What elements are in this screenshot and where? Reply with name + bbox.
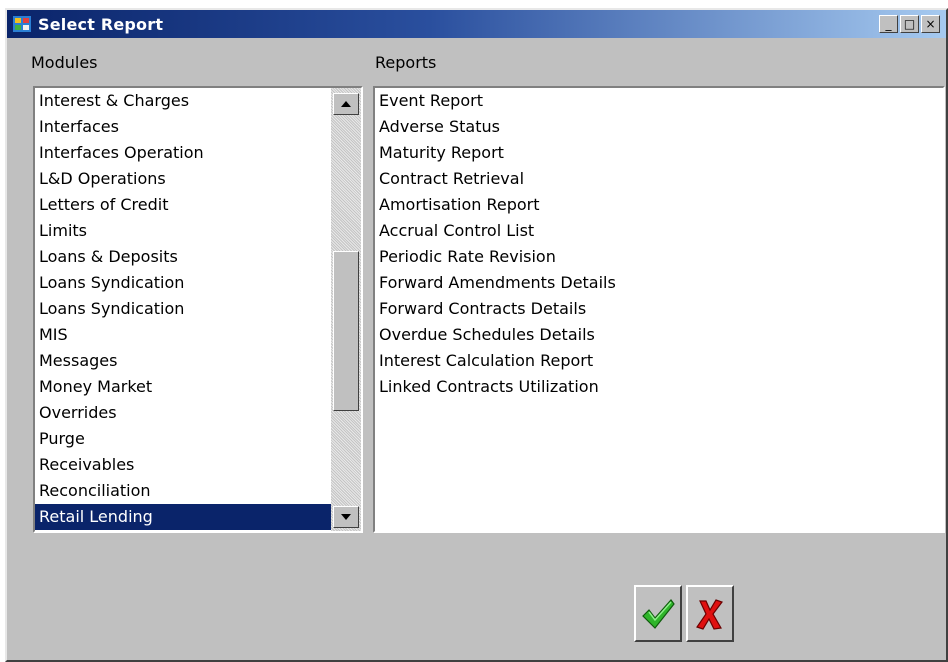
window-controls: _ □ × bbox=[879, 15, 940, 33]
report-item[interactable]: Interest Calculation Report bbox=[375, 348, 943, 374]
scroll-down-button[interactable] bbox=[333, 506, 359, 528]
reports-list: Event Report Adverse Status Maturity Rep… bbox=[375, 88, 943, 400]
window-title: Select Report bbox=[38, 14, 164, 34]
modules-listbox[interactable]: Interest & Charges Interfaces Interfaces… bbox=[33, 86, 363, 533]
module-item[interactable]: Interfaces Operation bbox=[35, 140, 331, 166]
minimize-button[interactable]: _ bbox=[879, 15, 898, 33]
checkmark-icon bbox=[642, 598, 675, 629]
report-item[interactable]: Event Report bbox=[375, 88, 943, 114]
ok-button[interactable] bbox=[634, 585, 682, 642]
module-item[interactable]: Reconciliation bbox=[35, 478, 331, 504]
module-item[interactable]: Messages bbox=[35, 348, 331, 374]
module-item[interactable]: Interfaces bbox=[35, 114, 331, 140]
report-item[interactable]: Amortisation Report bbox=[375, 192, 943, 218]
arrow-down-icon bbox=[341, 514, 351, 520]
maximize-button[interactable]: □ bbox=[900, 15, 919, 33]
module-item[interactable]: Letters of Credit bbox=[35, 192, 331, 218]
module-item[interactable]: MIS bbox=[35, 322, 331, 348]
app-icon bbox=[11, 14, 33, 34]
x-icon bbox=[696, 598, 723, 630]
module-item[interactable]: Overrides bbox=[35, 400, 331, 426]
close-button[interactable]: × bbox=[921, 15, 940, 33]
modules-label: Modules bbox=[31, 53, 98, 72]
module-item[interactable]: Loans & Deposits bbox=[35, 244, 331, 270]
report-item[interactable]: Maturity Report bbox=[375, 140, 943, 166]
module-item[interactable]: Money Market bbox=[35, 374, 331, 400]
module-item[interactable]: L&D Operations bbox=[35, 166, 331, 192]
report-item[interactable]: Contract Retrieval bbox=[375, 166, 943, 192]
reports-listbox[interactable]: Event Report Adverse Status Maturity Rep… bbox=[373, 86, 945, 533]
report-item[interactable]: Linked Contracts Utilization bbox=[375, 374, 943, 400]
modules-list: Interest & Charges Interfaces Interfaces… bbox=[35, 88, 331, 530]
select-report-window: Select Report _ □ × Modules Reports Inte… bbox=[5, 8, 948, 662]
module-item-selected[interactable]: Retail Lending bbox=[35, 504, 331, 530]
module-item[interactable]: Loans Syndication bbox=[35, 296, 331, 322]
reports-label: Reports bbox=[375, 53, 437, 72]
report-item[interactable]: Overdue Schedules Details bbox=[375, 322, 943, 348]
report-item[interactable]: Periodic Rate Revision bbox=[375, 244, 943, 270]
module-item[interactable]: Interest & Charges bbox=[35, 88, 331, 114]
scroll-thumb[interactable] bbox=[333, 251, 359, 411]
modules-scrollbar[interactable] bbox=[331, 88, 361, 531]
module-item[interactable]: Loans Syndication bbox=[35, 270, 331, 296]
report-item[interactable]: Accrual Control List bbox=[375, 218, 943, 244]
scroll-up-button[interactable] bbox=[333, 93, 359, 115]
report-item[interactable]: Forward Amendments Details bbox=[375, 270, 943, 296]
module-item[interactable]: Receivables bbox=[35, 452, 331, 478]
title-bar[interactable]: Select Report _ □ × bbox=[7, 10, 946, 38]
report-item[interactable]: Adverse Status bbox=[375, 114, 943, 140]
report-item[interactable]: Forward Contracts Details bbox=[375, 296, 943, 322]
cancel-button[interactable] bbox=[686, 585, 734, 642]
arrow-up-icon bbox=[341, 101, 351, 107]
module-item[interactable]: Purge bbox=[35, 426, 331, 452]
module-item[interactable]: Limits bbox=[35, 218, 331, 244]
